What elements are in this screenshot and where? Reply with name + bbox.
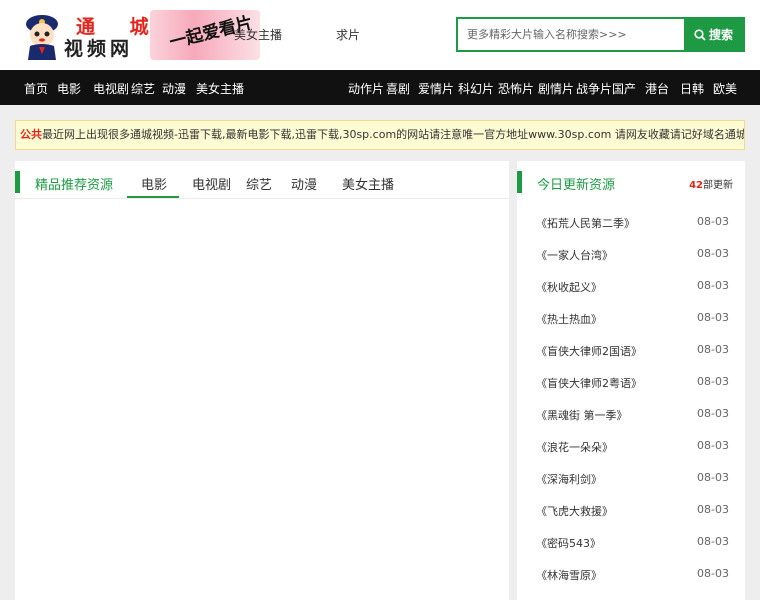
list-item-date: 08-03 <box>697 471 729 484</box>
list-item-title[interactable]: 《林海雪原》 <box>536 567 602 583</box>
list-item[interactable]: 《密码543》 08-03 <box>517 525 745 557</box>
list-item-title[interactable]: 《黑魂街 第一季》 <box>536 407 628 423</box>
tab-anime[interactable]: 动漫 <box>291 174 317 193</box>
nav-item-movie[interactable]: 电影 <box>57 80 81 97</box>
list-item[interactable]: 《深海利剑》 08-03 <box>517 461 745 493</box>
nav-item-domestic[interactable]: 国产 <box>612 80 636 97</box>
nav-item-hktw[interactable]: 港台 <box>645 80 669 97</box>
police-mascot-icon <box>26 15 58 60</box>
list-item-date: 08-03 <box>697 247 729 260</box>
list-item-title[interactable]: 《密码543》 <box>536 535 601 551</box>
notice-bar: 公共最近网上出现很多通城视频-迅雷下载,最新电影下载,迅雷下载,30sp.com… <box>15 120 745 150</box>
list-item[interactable]: 《盲侠大律师2国语》 08-03 <box>517 333 745 365</box>
list-item-title[interactable]: 《浪花一朵朵》 <box>536 439 613 455</box>
nav-item-jpkr[interactable]: 日韩 <box>680 80 704 97</box>
list-item[interactable]: 《林海雪原》 08-03 <box>517 557 745 589</box>
tab-movie[interactable]: 电影 <box>141 174 167 193</box>
update-count: 42部更新 <box>689 176 733 191</box>
list-item-date: 08-03 <box>697 567 729 580</box>
nav-item-romance[interactable]: 爱情片 <box>418 80 454 97</box>
list-item-title[interactable]: 《飞虎大救援》 <box>536 503 613 519</box>
nav-item-variety[interactable]: 综艺 <box>131 80 155 97</box>
list-item-title[interactable]: 《盲侠大律师2粤语》 <box>536 375 642 391</box>
notice-label: 公共 <box>20 128 42 141</box>
nav-item-war[interactable]: 战争片 <box>576 80 612 97</box>
search-button-label: 搜索 <box>708 28 733 42</box>
list-item-date: 08-03 <box>697 407 729 420</box>
list-item-date: 08-03 <box>697 279 729 292</box>
today-update-title: 今日更新资源 <box>537 178 616 193</box>
search-box: 搜索 <box>456 17 745 52</box>
notice-text: 最近网上出现很多通城视频-迅雷下载,最新电影下载,迅雷下载,30sp.com的网… <box>42 128 745 141</box>
list-item[interactable]: 《浪花一朵朵》 08-03 <box>517 429 745 461</box>
nav-item-west[interactable]: 欧美 <box>713 80 737 97</box>
recommend-panel-header: 精品推荐资源 电影 电视剧 综艺 动漫 美女主播 <box>15 161 509 199</box>
main-nav: 首页 电影 电视剧 综艺 动漫 美女主播 动作片 喜剧 爱情片 科幻片 恐怖片 … <box>0 70 760 105</box>
list-item-date: 08-03 <box>697 503 729 516</box>
list-item-title[interactable]: 《拓荒人民第二季》 <box>536 215 635 231</box>
list-item-title[interactable]: 《一家人台湾》 <box>536 247 613 263</box>
list-item[interactable]: 《拓荒人民第二季》 08-03 <box>517 205 745 237</box>
list-item-title[interactable]: 《热土热血》 <box>536 311 602 327</box>
list-item-title[interactable]: 《盲侠大律师2国语》 <box>536 343 642 359</box>
nav-item-scifi[interactable]: 科幻片 <box>458 80 494 97</box>
today-update-panel: 今日更新资源 42部更新 《拓荒人民第二季》 08-03 《一家人台湾》 08-03… <box>517 161 745 600</box>
top-link-live[interactable]: 美女主播 <box>234 26 282 43</box>
top-link-request[interactable]: 求片 <box>336 26 360 43</box>
list-item-date: 08-03 <box>697 535 729 548</box>
logo-line-2: 视频网 <box>64 38 134 60</box>
list-item-date: 08-03 <box>697 311 729 324</box>
nav-item-drama[interactable]: 剧情片 <box>538 80 574 97</box>
search-icon <box>694 29 706 41</box>
nav-item-anime[interactable]: 动漫 <box>162 80 186 97</box>
active-tab-indicator <box>127 196 179 198</box>
list-item-date: 08-03 <box>697 375 729 388</box>
update-count-number: 42 <box>689 180 703 191</box>
title-accent-bar <box>15 171 20 193</box>
nav-item-action[interactable]: 动作片 <box>348 80 384 97</box>
list-item[interactable]: 《热土热血》 08-03 <box>517 301 745 333</box>
list-item[interactable]: 《一家人台湾》 08-03 <box>517 237 745 269</box>
search-input[interactable] <box>458 19 686 50</box>
list-item[interactable]: 《黑魂街 第一季》 08-03 <box>517 397 745 429</box>
nav-item-live[interactable]: 美女主播 <box>196 80 244 97</box>
nav-item-comedy[interactable]: 喜剧 <box>386 80 410 97</box>
nav-item-tv[interactable]: 电视剧 <box>93 80 129 97</box>
site-logo[interactable]: 通 城 视频网 一起爱看片 <box>20 10 260 60</box>
list-item[interactable]: 《盲侠大律师2粤语》 08-03 <box>517 365 745 397</box>
tab-live[interactable]: 美女主播 <box>342 174 394 193</box>
list-item-title[interactable]: 《深海利剑》 <box>536 471 602 487</box>
recommend-panel: 精品推荐资源 电影 电视剧 综艺 动漫 美女主播 <box>15 161 509 600</box>
search-button[interactable]: 搜索 <box>684 19 743 50</box>
nav-item-horror[interactable]: 恐怖片 <box>498 80 534 97</box>
list-item[interactable]: 《飞虎大救援》 08-03 <box>517 493 745 525</box>
list-item[interactable]: 《秋收起义》 08-03 <box>517 269 745 301</box>
nav-item-home[interactable]: 首页 <box>24 80 48 97</box>
title-accent-bar <box>517 171 522 193</box>
tab-tv[interactable]: 电视剧 <box>192 174 231 193</box>
list-item-date: 08-03 <box>697 343 729 356</box>
list-item-title[interactable]: 《秋收起义》 <box>536 279 602 295</box>
tab-variety[interactable]: 综艺 <box>246 174 272 193</box>
update-list: 《拓荒人民第二季》 08-03 《一家人台湾》 08-03 《秋收起义》 08-03 … <box>517 205 745 589</box>
site-header: 通 城 视频网 一起爱看片 美女主播 求片 搜索 <box>0 0 760 70</box>
update-count-suffix: 部更新 <box>703 180 733 191</box>
list-item-date: 08-03 <box>697 215 729 228</box>
recommend-panel-title: 精品推荐资源 <box>35 178 114 193</box>
list-item-date: 08-03 <box>697 439 729 452</box>
